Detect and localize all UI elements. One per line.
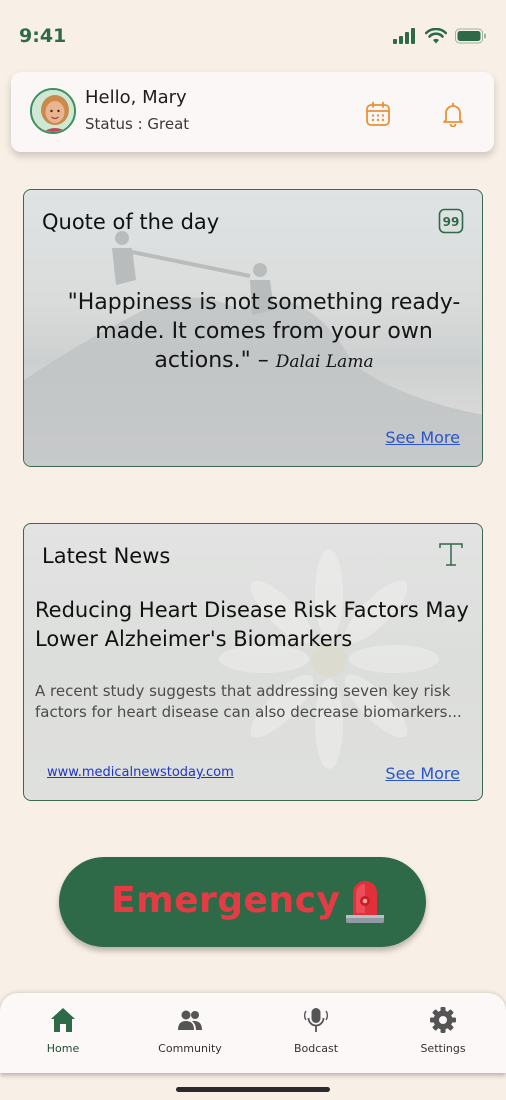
- svg-text:99: 99: [443, 215, 460, 229]
- microphone-icon: [303, 1008, 329, 1032]
- text-icon: [439, 543, 463, 566]
- avatar[interactable]: [30, 88, 76, 134]
- battery-icon: [455, 28, 486, 44]
- news-summary-line: factors for heart disease can also decre…: [35, 703, 462, 721]
- emergency-label: Emergency: [111, 880, 341, 921]
- wifi-icon: [425, 28, 447, 44]
- bottom-nav: Home Community Bodcast Settings: [0, 993, 506, 1073]
- nav-label: Community: [158, 1042, 222, 1055]
- emergency-button[interactable]: Emergency: [59, 857, 426, 947]
- community-icon: [178, 1010, 202, 1030]
- status-icons: [393, 28, 487, 44]
- siren-icon: [346, 881, 384, 923]
- news-summary: A recent study suggests that addressing …: [35, 681, 475, 723]
- news-source-link[interactable]: www.medicalnewstoday.com: [47, 765, 234, 780]
- user-status: Status : Great: [85, 115, 190, 133]
- greeting-text: Hello, Mary: [85, 87, 187, 108]
- profile-header: Hello, Mary Status : Great: [11, 72, 494, 152]
- news-card[interactable]: Latest News Reducing Heart Disease Risk …: [23, 523, 483, 801]
- nav-label: Bodcast: [293, 1042, 339, 1055]
- nav-item-bodcast[interactable]: Bodcast: [253, 993, 379, 1073]
- news-see-more-link[interactable]: See More: [385, 764, 460, 783]
- quote-body: "Happiness is not something ready-made. …: [67, 290, 461, 373]
- gear-icon: [430, 1007, 456, 1033]
- cellular-signal-icon: [393, 28, 415, 44]
- nav-label: Settings: [420, 1042, 466, 1055]
- home-icon: [51, 1008, 75, 1032]
- quote-author: Dalai Lama: [275, 352, 374, 372]
- news-summary-line: A recent study suggests that addressing …: [35, 682, 451, 700]
- status-time: 9:41: [19, 25, 67, 47]
- news-card-title: Latest News: [42, 544, 171, 568]
- quote-icon: 99: [438, 208, 464, 234]
- quote-see-more-link[interactable]: See More: [385, 428, 460, 447]
- quote-text: "Happiness is not something ready-made. …: [54, 288, 474, 377]
- calendar-icon[interactable]: [365, 101, 391, 127]
- nav-item-community[interactable]: Community: [127, 993, 253, 1073]
- status-bar: 9:41: [0, 0, 506, 70]
- quote-card: Quote of the day 99 "Happiness is not so…: [23, 189, 483, 467]
- nav-item-settings[interactable]: Settings: [380, 993, 506, 1073]
- nav-label: Home: [46, 1042, 80, 1055]
- bell-icon[interactable]: [440, 101, 466, 127]
- home-indicator[interactable]: [176, 1087, 330, 1092]
- nav-item-home[interactable]: Home: [0, 993, 126, 1073]
- quote-card-title: Quote of the day: [42, 210, 220, 234]
- news-headline[interactable]: Reducing Heart Disease Risk Factors May …: [35, 596, 475, 654]
